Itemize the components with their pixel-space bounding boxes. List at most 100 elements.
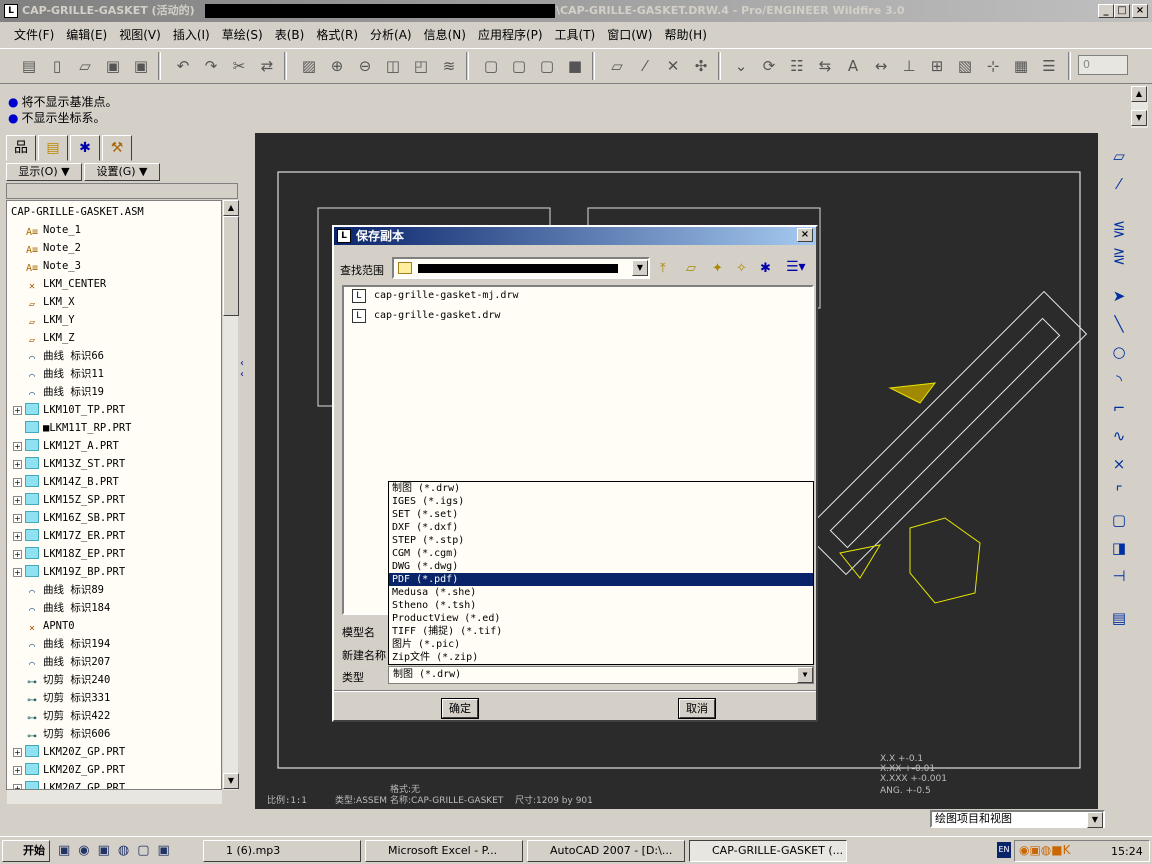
tree-item[interactable]: LKM10T_TP.PRT — [25, 401, 125, 419]
type-option[interactable]: PDF (*.pdf) — [389, 573, 813, 586]
datum-axes-icon[interactable]: ⁄ — [634, 55, 656, 77]
move-icon[interactable]: ⇆ — [814, 55, 836, 77]
type-option[interactable]: Zip文件 (*.zip) — [389, 651, 813, 664]
tray-icons[interactable]: ◉▣◍■K — [1019, 843, 1071, 857]
tree-item[interactable]: ⊶ 切剪 标识331 — [25, 689, 110, 707]
zoom-in-icon[interactable]: ⊕ — [326, 55, 348, 77]
grid-icon[interactable]: ⊞ — [926, 55, 948, 77]
tree-item[interactable]: ▱ LKM_X — [25, 293, 75, 311]
lookin-select[interactable]: ▼ — [392, 257, 650, 279]
type-option[interactable]: Stheno (*.tsh) — [389, 599, 813, 612]
menu-item[interactable]: 格式(R) — [310, 24, 364, 46]
type-option[interactable]: 图片 (*.pic) — [389, 638, 813, 651]
tree-item[interactable]: LKM12T_A.PRT — [25, 437, 119, 455]
scroll-down-button[interactable]: ▼ — [223, 773, 239, 789]
type-option[interactable]: DXF (*.dxf) — [389, 521, 813, 534]
text-icon[interactable]: A — [842, 55, 864, 77]
menu-item[interactable]: 应用程序(P) — [472, 24, 549, 46]
menu-item[interactable]: 插入(I) — [167, 24, 216, 46]
taskbar-item-mp3[interactable]: 1 (6).mp3 — [203, 840, 361, 862]
tree-item[interactable]: ⌒ 曲线 标识184 — [25, 599, 110, 617]
mirror-icon[interactable]: ◨ — [1108, 537, 1130, 559]
menu-item[interactable]: 视图(V) — [113, 24, 167, 46]
save-icon[interactable]: ▣ — [102, 55, 124, 77]
expand-icon[interactable]: + — [13, 478, 22, 487]
tree-item[interactable]: LKM20Z_GP.PRT — [25, 743, 125, 761]
taskbar-item-proe[interactable]: CAP-GRILLE-GASKET (... — [689, 840, 847, 862]
symbol-icon[interactable]: ⊹ — [982, 55, 1004, 77]
type-option[interactable]: CGM (*.cgm) — [389, 547, 813, 560]
chamfer-icon[interactable]: ⌜ — [1108, 481, 1130, 503]
select-arrow-icon[interactable]: ➤ — [1108, 285, 1130, 307]
expand-icon[interactable]: + — [13, 532, 22, 541]
tree-item[interactable]: ■LKM11T_RP.PRT — [25, 419, 132, 437]
tab-connections[interactable]: ⚒ — [102, 135, 132, 161]
show-menu-button[interactable]: 显示(O) ▼ — [6, 163, 82, 181]
tree-item[interactable]: LKM14Z_B.PRT — [25, 473, 119, 491]
tree-item[interactable]: ⌒ 曲线 标识19 — [25, 383, 104, 401]
new-folder-icon[interactable]: ✦ — [712, 261, 723, 276]
dropdown-arrow-icon[interactable]: ▼ — [632, 260, 648, 276]
offset-icon[interactable]: ▢ — [1108, 509, 1130, 531]
wireframe-icon[interactable]: ▢ — [480, 55, 502, 77]
scroll-thumb[interactable] — [223, 216, 239, 316]
scroll-up-button[interactable]: ▲ — [223, 200, 239, 216]
menu-item[interactable]: 草绘(S) — [216, 24, 269, 46]
new-icon[interactable]: ▯ — [46, 55, 68, 77]
cut-icon[interactable]: ✂ — [228, 55, 250, 77]
type-option[interactable]: DWG (*.dwg) — [389, 560, 813, 573]
tree-item[interactable]: ✕ LKM_CENTER — [25, 275, 106, 293]
zoom-out-icon[interactable]: ⊖ — [354, 55, 376, 77]
type-option[interactable]: 制图 (*.drw) — [389, 482, 813, 495]
spline-icon[interactable]: ∿ — [1108, 425, 1130, 447]
taskbar-item-excel[interactable]: Microsoft Excel - P... — [365, 840, 523, 862]
menu-item[interactable]: 表(B) — [269, 24, 311, 46]
menu-item[interactable]: 信息(N) — [418, 24, 472, 46]
layers-icon[interactable]: ≋ — [438, 55, 460, 77]
collapse-arrow-icon[interactable]: ‹ ‹ — [240, 358, 244, 380]
scroll-up-button[interactable]: ▲ — [1131, 86, 1147, 102]
datum-points-icon[interactable]: ✕ — [662, 55, 684, 77]
ok-button[interactable]: 确定 — [441, 698, 479, 719]
table2-icon[interactable]: ▦ — [1010, 55, 1032, 77]
dialog-close-button[interactable]: × — [797, 228, 813, 242]
shading-icon[interactable]: ■ — [564, 55, 586, 77]
type-option[interactable]: STEP (*.stp) — [389, 534, 813, 547]
message-scrollbar[interactable]: ▲ ▼ — [1130, 86, 1148, 128]
datum-axis-icon[interactable]: ⁄ — [1108, 173, 1130, 195]
settings-menu-button[interactable]: 设置(G) ▼ — [84, 163, 160, 181]
tree-item[interactable]: ▱ LKM_Y — [25, 311, 75, 329]
fillet-icon[interactable]: ⌐ — [1108, 397, 1130, 419]
menu-item[interactable]: 分析(A) — [364, 24, 418, 46]
expand-icon[interactable]: + — [13, 442, 22, 451]
tree-item[interactable]: × APNT0 — [25, 617, 75, 635]
tree-item[interactable]: ⊶ 切剪 标识240 — [25, 671, 110, 689]
tree-item[interactable]: ⊶ 切剪 标识422 — [25, 707, 110, 725]
datum-planes-icon[interactable]: ▱ — [606, 55, 628, 77]
tree-item[interactable]: LKM18Z_EP.PRT — [25, 545, 125, 563]
menu-item[interactable]: 编辑(E) — [60, 24, 113, 46]
menu-item[interactable]: 窗口(W) — [601, 24, 658, 46]
tree-root[interactable]: CAP-GRILLE-GASKET.ASM — [11, 203, 144, 221]
quick-launch-icons[interactable]: ▣◉▣◍▢▣ — [58, 843, 178, 858]
hatch-icon[interactable]: ▧ — [954, 55, 976, 77]
language-indicator[interactable]: EN — [997, 842, 1011, 858]
tree-item[interactable]: LKM13Z_ST.PRT — [25, 455, 125, 473]
expand-icon[interactable]: + — [13, 568, 22, 577]
table-icon[interactable]: ☷ — [786, 55, 808, 77]
type-option[interactable]: ProductView (*.ed) — [389, 612, 813, 625]
point-icon[interactable]: × — [1108, 453, 1130, 475]
tab-model-tree[interactable]: 品 — [6, 135, 36, 161]
align-icon[interactable]: ⊥ — [898, 55, 920, 77]
save-copy-icon[interactable]: ▣ — [130, 55, 152, 77]
tree-hscrollbar[interactable] — [6, 790, 222, 804]
tree-item[interactable]: ⌒ 曲线 标识207 — [25, 653, 110, 671]
tree-item[interactable]: A≡ Note_1 — [25, 221, 81, 239]
expand-icon[interactable]: + — [13, 766, 22, 775]
hidden-line-icon[interactable]: ▢ — [508, 55, 530, 77]
expand-icon[interactable]: + — [13, 406, 22, 415]
dropdown-arrow-icon[interactable]: ▼ — [1087, 812, 1103, 828]
line-icon[interactable]: ╲ — [1108, 313, 1130, 335]
open-folder-icon[interactable]: ▱ — [686, 261, 696, 276]
tab-folder-browser[interactable]: ▤ — [38, 135, 68, 161]
